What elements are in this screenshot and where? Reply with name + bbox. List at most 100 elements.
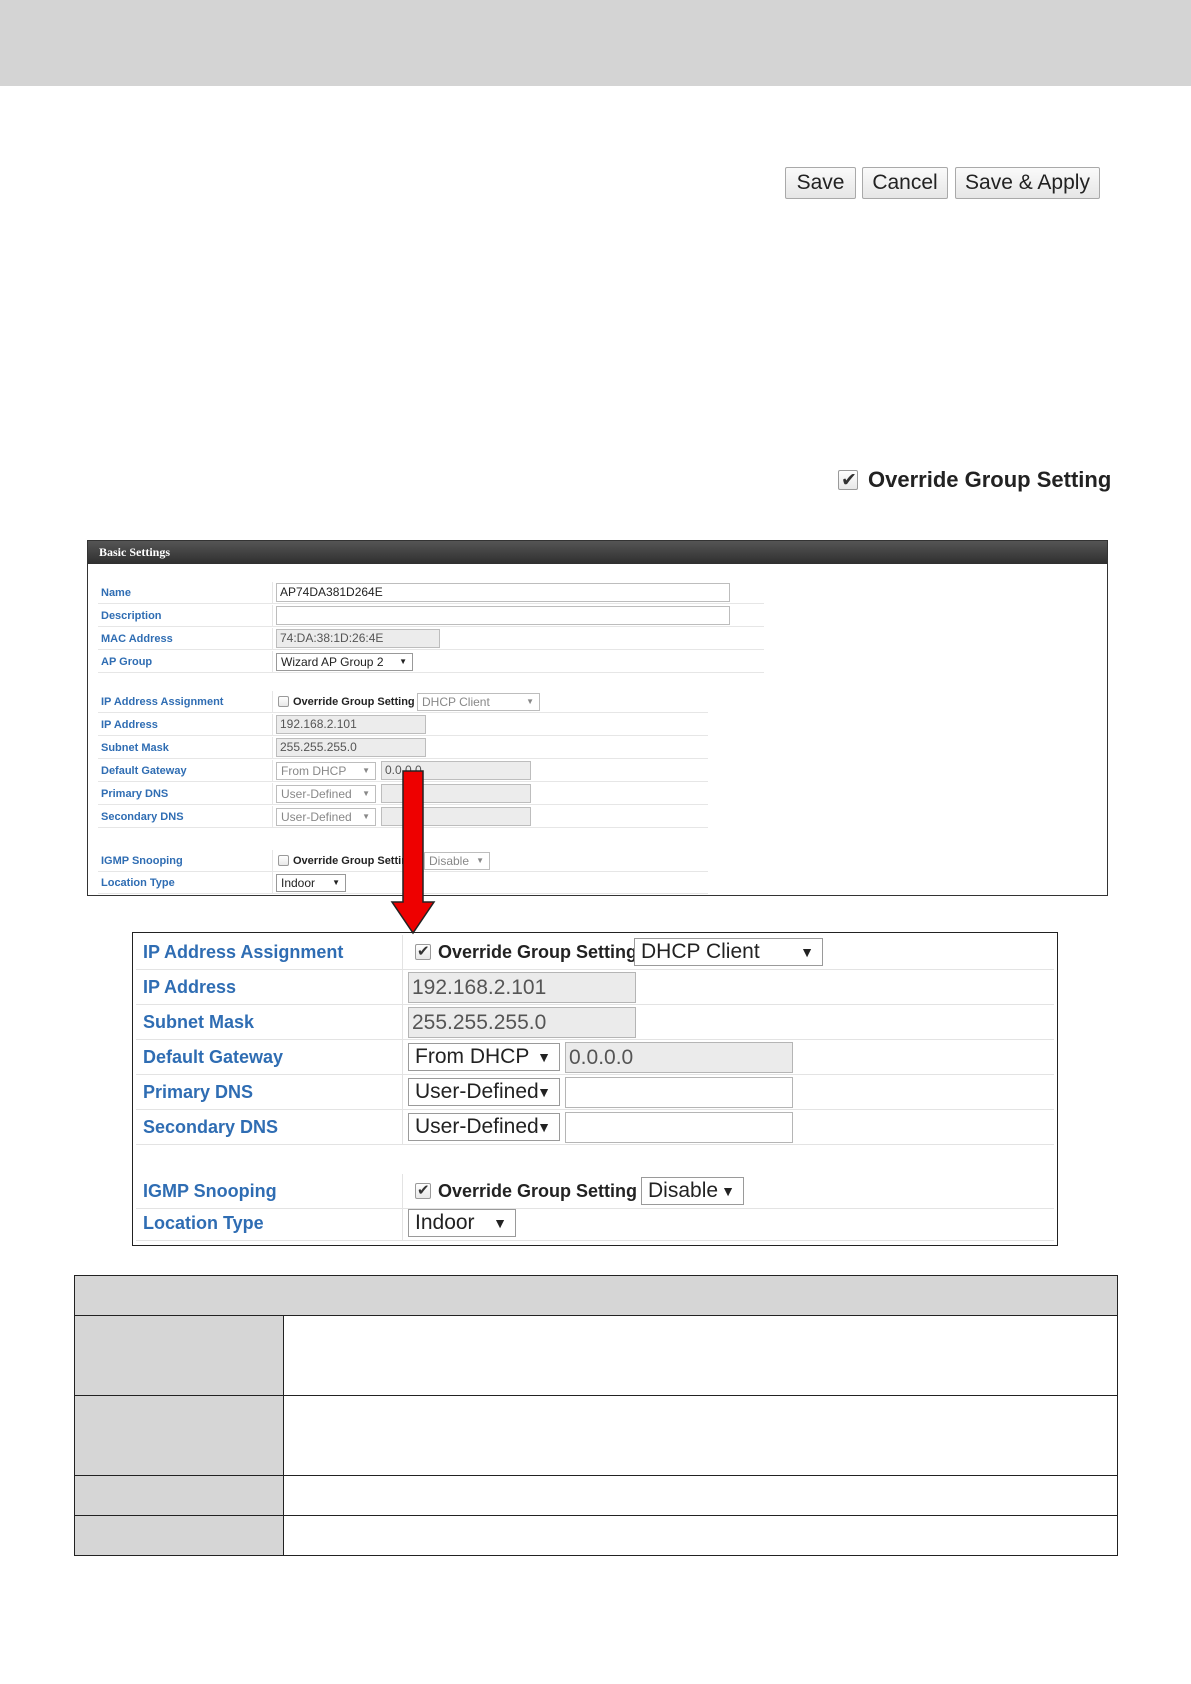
table-label-cell	[75, 1516, 284, 1555]
zoom-ip-address-field: 192.168.2.101	[408, 972, 636, 1003]
dropdown-arrow-icon: ▼	[399, 657, 407, 666]
name-input[interactable]: AP74DA381D264E	[276, 583, 730, 602]
description-row: Description	[98, 605, 764, 627]
name-row: Name AP74DA381D264E	[98, 582, 764, 604]
location-type-label: Location Type	[101, 877, 175, 889]
zoom-ip-assignment-row: IP Address Assignment Override Group Set…	[136, 935, 1054, 970]
zoom-igmp-snooping-row: IGMP Snooping Override Group Setting Dis…	[136, 1174, 1054, 1209]
override-group-setting-callout: Override Group Setting	[838, 463, 1111, 497]
default-gateway-field: 0.0.0.0	[381, 761, 531, 780]
igmp-override-checkbox[interactable]	[278, 855, 289, 866]
dropdown-arrow-icon: ▼	[721, 1183, 735, 1199]
ip-address-label: IP Address	[101, 719, 158, 731]
location-type-select[interactable]: Indoor ▼	[276, 874, 346, 892]
dropdown-arrow-icon: ▼	[537, 1119, 551, 1135]
table-row	[75, 1516, 1117, 1555]
override-group-setting-label: Override Group Setting	[868, 467, 1112, 492]
ip-override-label: Override Group Setting	[293, 696, 415, 708]
ip-override-checkbox[interactable]	[278, 696, 289, 707]
secondary-dns-field	[381, 807, 531, 826]
dropdown-arrow-icon: ▼	[800, 944, 814, 960]
dropdown-arrow-icon: ▼	[476, 856, 484, 865]
primary-dns-mode-select[interactable]: User-Defined ▼	[276, 785, 376, 803]
secondary-dns-mode-select[interactable]: User-Defined ▼	[276, 808, 376, 826]
description-input[interactable]	[276, 606, 730, 625]
subnet-mask-row: Subnet Mask 255.255.255.0	[98, 737, 708, 759]
zoom-default-gateway-row: Default Gateway From DHCP ▼ 0.0.0.0	[136, 1040, 1054, 1075]
dropdown-arrow-icon: ▼	[537, 1084, 551, 1100]
zoom-subnet-mask-field: 255.255.255.0	[408, 1007, 636, 1038]
basic-settings-header: Basic Settings	[88, 541, 1107, 564]
dropdown-arrow-icon: ▼	[362, 766, 370, 775]
zoom-igmp-override-label: Override Group Setting	[438, 1181, 638, 1201]
override-group-setting-checkbox[interactable]	[838, 469, 858, 492]
name-label: Name	[101, 587, 131, 599]
default-gateway-mode-select[interactable]: From DHCP ▼	[276, 762, 376, 780]
zoom-primary-dns-label: Primary DNS	[143, 1082, 254, 1102]
table-header-row	[75, 1276, 1117, 1316]
table-label-cell	[75, 1396, 284, 1475]
table-row	[75, 1316, 1117, 1396]
zoom-igmp-snooping-select[interactable]: Disable ▼	[641, 1177, 744, 1205]
mac-address-label: MAC Address	[101, 633, 173, 645]
save-apply-button[interactable]: Save & Apply	[955, 167, 1100, 199]
top-header-band	[0, 0, 1191, 86]
igmp-snooping-label: IGMP Snooping	[101, 855, 183, 867]
igmp-snooping-select[interactable]: Disable ▼	[424, 852, 490, 870]
primary-dns-label: Primary DNS	[101, 788, 169, 800]
dropdown-arrow-icon: ▼	[537, 1049, 551, 1065]
description-table	[74, 1275, 1118, 1556]
dropdown-arrow-icon: ▼	[362, 812, 370, 821]
zoom-ip-address-label: IP Address	[143, 977, 237, 997]
ip-address-field: 192.168.2.101	[276, 715, 426, 734]
zoom-igmp-override-checkbox[interactable]	[415, 1181, 431, 1199]
zoom-secondary-dns-label: Secondary DNS	[143, 1117, 279, 1137]
secondary-dns-label: Secondary DNS	[101, 811, 184, 823]
zoom-default-gateway-field: 0.0.0.0	[565, 1042, 793, 1073]
zoom-igmp-snooping-label: IGMP Snooping	[143, 1181, 277, 1201]
zoom-secondary-dns-input[interactable]	[565, 1112, 793, 1143]
zoom-ip-assignment-label: IP Address Assignment	[143, 942, 344, 962]
table-label-cell	[75, 1316, 284, 1395]
igmp-snooping-row: IGMP Snooping Override Group Setting Dis…	[98, 850, 708, 872]
dropdown-arrow-icon: ▼	[493, 1215, 507, 1231]
ip-settings-zoom-panel: IP Address Assignment Override Group Set…	[132, 932, 1058, 1246]
dropdown-arrow-icon: ▼	[362, 789, 370, 798]
primary-dns-row: Primary DNS User-Defined ▼	[98, 783, 708, 805]
zoom-subnet-mask-row: Subnet Mask 255.255.255.0	[136, 1005, 1054, 1040]
zoom-location-type-row: Location Type Indoor ▼	[136, 1206, 1054, 1241]
ip-address-row: IP Address 192.168.2.101	[98, 714, 708, 736]
cancel-button[interactable]: Cancel	[862, 167, 948, 199]
zoom-default-gateway-mode-select[interactable]: From DHCP ▼	[408, 1043, 560, 1071]
location-type-row: Location Type Indoor ▼	[98, 872, 708, 894]
zoom-secondary-dns-mode-select[interactable]: User-Defined ▼	[408, 1113, 560, 1141]
dropdown-arrow-icon: ▼	[332, 878, 340, 887]
mac-address-row: MAC Address 74:DA:38:1D:26:4E	[98, 628, 764, 650]
zoom-default-gateway-label: Default Gateway	[143, 1047, 284, 1067]
ap-group-label: AP Group	[101, 656, 153, 668]
zoom-location-type-select[interactable]: Indoor ▼	[408, 1209, 516, 1237]
igmp-override-label: Override Group Setting	[293, 855, 415, 867]
zoom-primary-dns-mode-select[interactable]: User-Defined ▼	[408, 1078, 560, 1106]
zoom-location-type-label: Location Type	[143, 1213, 264, 1233]
default-gateway-label: Default Gateway	[101, 765, 187, 777]
ap-group-row: AP Group Wizard AP Group 2 ▼	[98, 651, 764, 673]
ip-assignment-select[interactable]: DHCP Client ▼	[417, 693, 540, 711]
subnet-mask-label: Subnet Mask	[101, 742, 169, 754]
secondary-dns-row: Secondary DNS User-Defined ▼	[98, 806, 708, 828]
ip-assignment-row: IP Address Assignment Override Group Set…	[98, 691, 708, 713]
zoom-secondary-dns-row: Secondary DNS User-Defined ▼	[136, 1110, 1054, 1145]
subnet-mask-field: 255.255.255.0	[276, 738, 426, 757]
ip-assignment-label: IP Address Assignment	[101, 696, 224, 708]
dropdown-arrow-icon: ▼	[526, 697, 534, 706]
ap-group-select[interactable]: Wizard AP Group 2 ▼	[276, 653, 413, 671]
description-label: Description	[101, 610, 162, 622]
default-gateway-row: Default Gateway From DHCP ▼ 0.0.0.0	[98, 760, 708, 782]
primary-dns-field	[381, 784, 531, 803]
zoom-primary-dns-input[interactable]	[565, 1077, 793, 1108]
zoom-ip-override-checkbox[interactable]	[415, 942, 431, 960]
table-label-cell	[75, 1476, 284, 1515]
zoom-ip-assignment-select[interactable]: DHCP Client ▼	[634, 938, 823, 966]
zoom-primary-dns-row: Primary DNS User-Defined ▼	[136, 1075, 1054, 1110]
save-button[interactable]: Save	[785, 167, 856, 199]
